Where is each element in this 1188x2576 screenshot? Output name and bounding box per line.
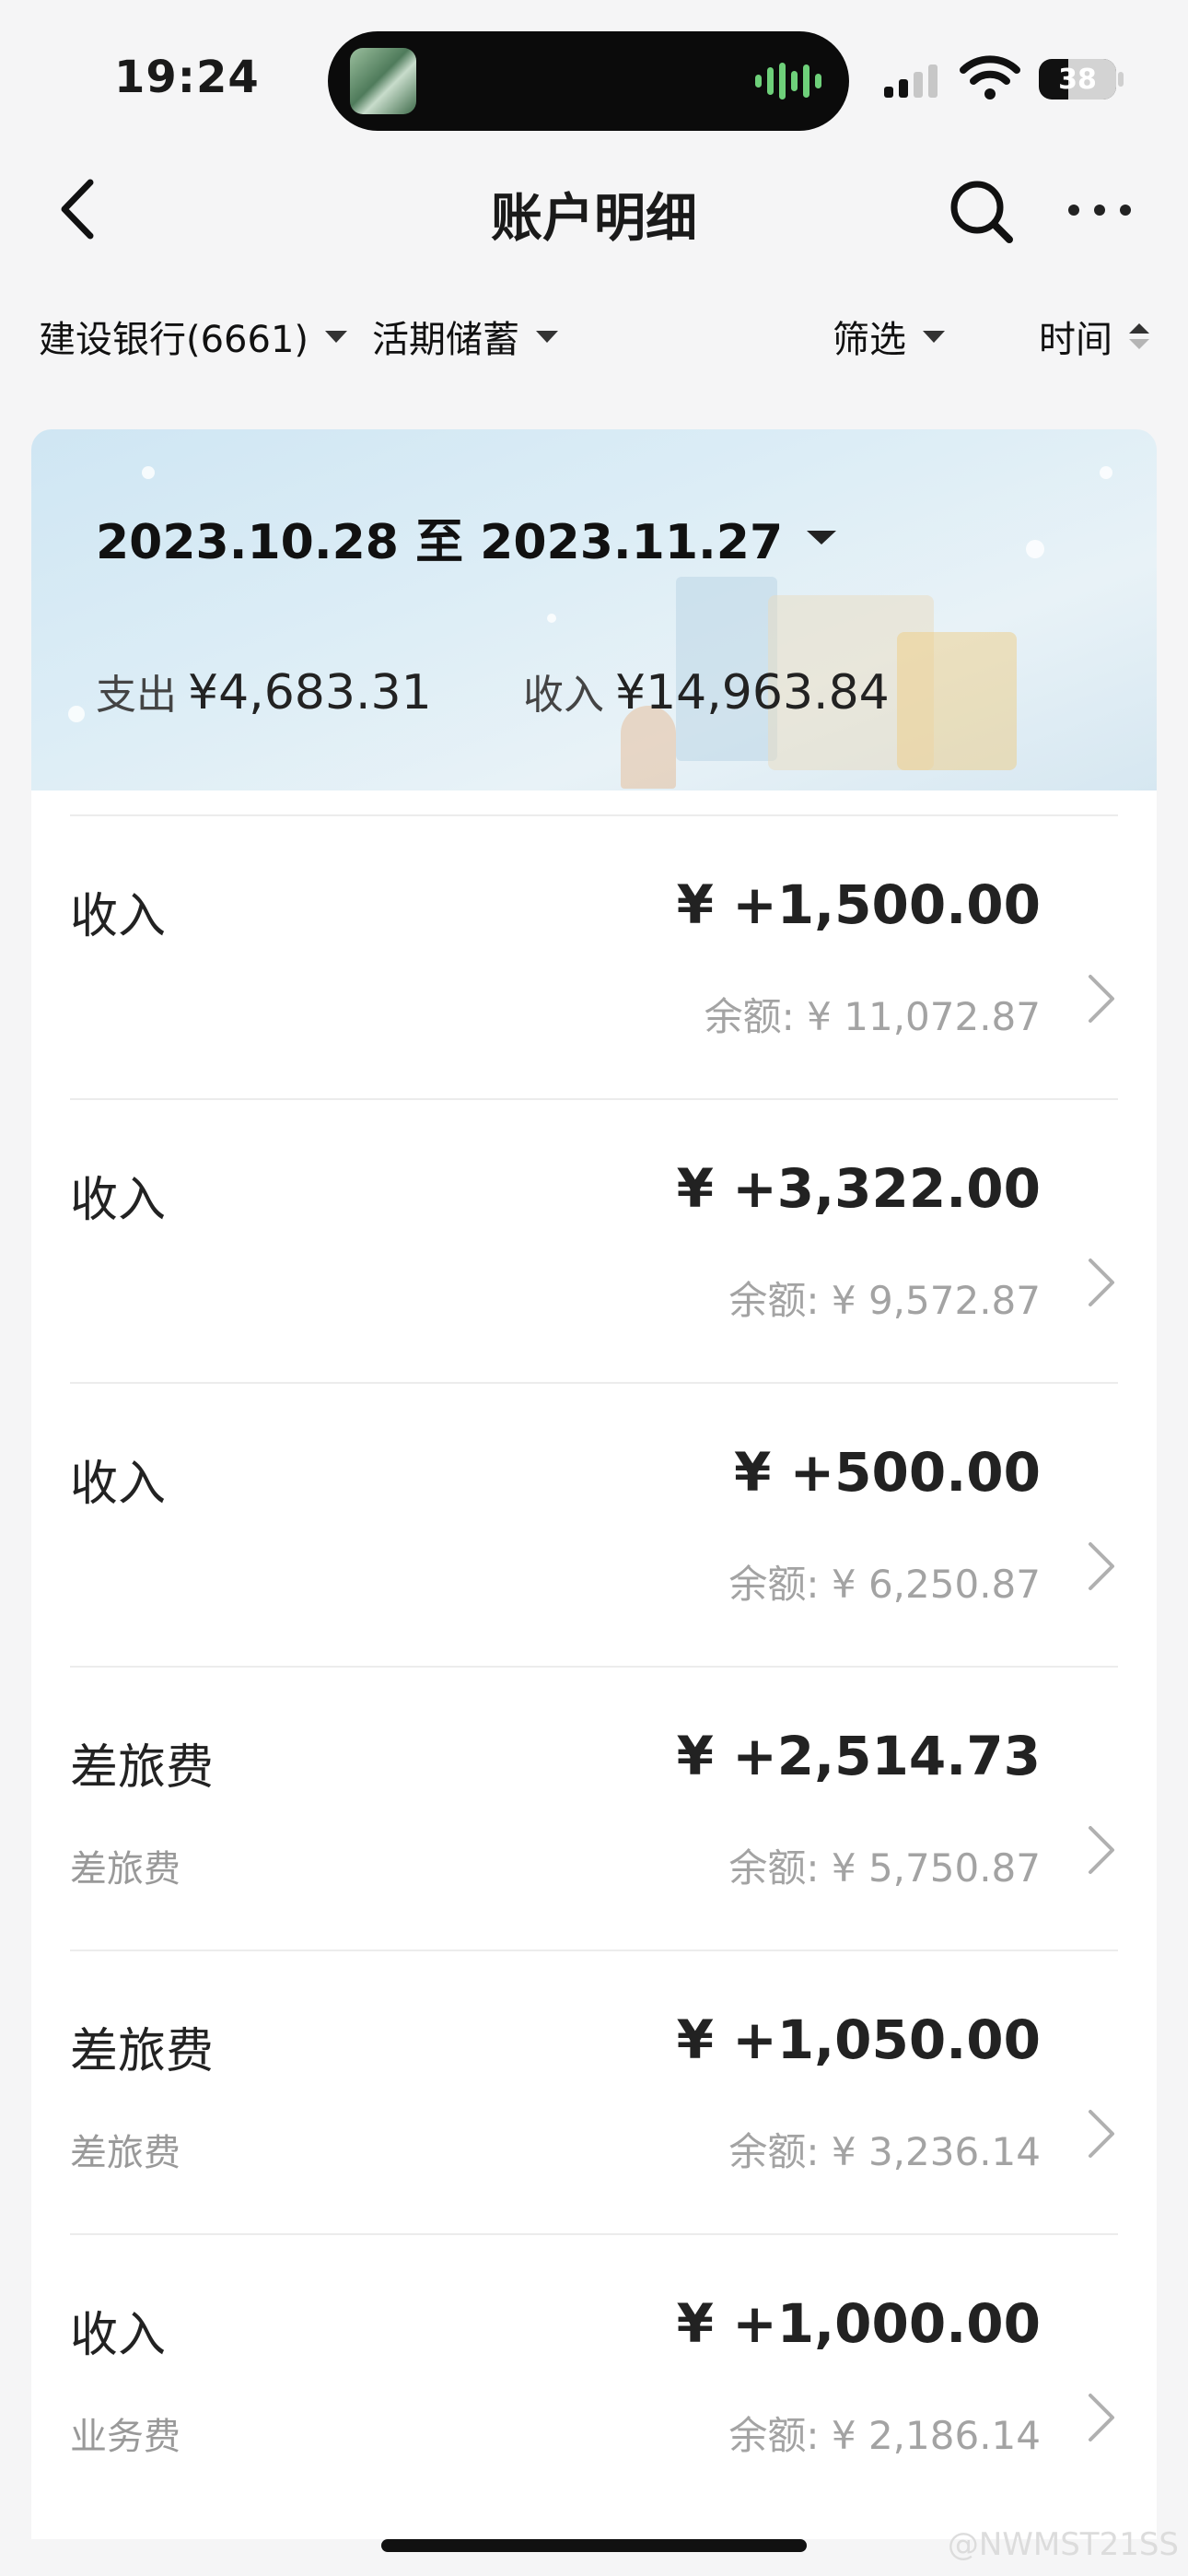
transaction-category: 收入 — [70, 1173, 167, 1228]
deposit-type-dropdown[interactable]: 活期储蓄 — [372, 310, 558, 363]
dynamic-island — [328, 31, 849, 131]
transaction-row[interactable]: 收入 ¥ +1,500.00 余额: ¥ 11,072.87 — [70, 814, 1118, 1100]
search-icon[interactable] — [947, 177, 1015, 245]
income-summary: 收入 ¥14,963.84 — [523, 662, 890, 720]
chevron-right-icon — [1089, 1826, 1114, 1874]
album-art-thumbnail — [350, 48, 416, 114]
caret-down-icon — [325, 330, 348, 343]
audio-waveform-icon — [755, 63, 821, 100]
filter-dropdown[interactable]: 筛选 — [833, 310, 945, 363]
account-dropdown[interactable]: 建设银行(6661) — [39, 310, 348, 363]
sort-time-label: 时间 — [1039, 319, 1112, 361]
transaction-category: 收入 — [70, 1457, 167, 1512]
transaction-note: 差旅费 — [70, 2132, 181, 2174]
caret-down-icon — [536, 330, 558, 343]
date-range-text: 2023.10.28 至 2023.11.27 — [96, 515, 784, 570]
transaction-row[interactable]: 差旅费 差旅费 ¥ +1,050.00 余额: ¥ 3,236.14 — [70, 1950, 1118, 2235]
income-total: ¥14,963.84 — [615, 665, 890, 720]
battery-percent: 38 — [1058, 64, 1097, 96]
transaction-balance: 余额: ¥ 6,250.87 — [728, 1562, 1041, 1607]
battery-cap — [1118, 72, 1124, 87]
sort-icon — [1129, 323, 1149, 349]
transaction-balance: 余额: ¥ 11,072.87 — [704, 994, 1041, 1039]
chevron-right-icon — [1089, 2110, 1114, 2158]
transaction-category: 差旅费 — [70, 2024, 215, 2079]
transaction-note: 差旅费 — [70, 1848, 181, 1891]
date-range-selector[interactable]: 2023.10.28 至 2023.11.27 — [96, 503, 837, 572]
watermark: @NWMST21SS — [947, 2526, 1179, 2563]
transaction-category: 收入 — [70, 2308, 167, 2363]
more-dots-icon[interactable] — [1068, 205, 1131, 216]
chevron-right-icon — [1089, 1542, 1114, 1590]
transaction-category: 收入 — [70, 889, 167, 944]
transaction-amount: ¥ +1,000.00 — [676, 2292, 1041, 2355]
transaction-row[interactable]: 收入 ¥ +500.00 余额: ¥ 6,250.87 — [70, 1382, 1118, 1668]
transaction-note: 业务费 — [70, 2416, 181, 2458]
transaction-balance: 余额: ¥ 9,572.87 — [728, 1278, 1041, 1323]
transaction-amount: ¥ +1,050.00 — [676, 2008, 1041, 2071]
transaction-row[interactable]: 收入 业务费 ¥ +1,000.00 余额: ¥ 2,186.14 — [70, 2233, 1118, 2519]
chevron-right-icon — [1089, 975, 1114, 1023]
transaction-category: 差旅费 — [70, 1740, 215, 1796]
transaction-row[interactable]: 差旅费 差旅费 ¥ +2,514.73 余额: ¥ 5,750.87 — [70, 1666, 1118, 1951]
transaction-row[interactable]: 收入 ¥ +3,322.00 余额: ¥ 9,572.87 — [70, 1098, 1118, 1384]
transaction-list: 收入 ¥ +1,500.00 余额: ¥ 11,072.87 收入 ¥ +3,3… — [31, 790, 1157, 2539]
caret-down-icon — [807, 531, 837, 544]
transaction-amount: ¥ +500.00 — [734, 1441, 1041, 1504]
transaction-amount: ¥ +2,514.73 — [676, 1725, 1041, 1787]
status-time: 19:24 — [114, 52, 260, 103]
battery-icon: 38 — [1039, 59, 1116, 100]
deposit-type-label: 活期储蓄 — [372, 319, 519, 361]
filter-label: 筛选 — [833, 319, 906, 361]
caret-down-icon — [923, 330, 945, 343]
chevron-right-icon — [1089, 2394, 1114, 2441]
transaction-amount: ¥ +1,500.00 — [676, 873, 1041, 936]
transaction-balance: 余额: ¥ 2,186.14 — [728, 2413, 1041, 2458]
expense-total: ¥4,683.31 — [188, 665, 432, 720]
home-indicator[interactable] — [381, 2539, 807, 2552]
expense-label: 支出 — [96, 672, 177, 719]
transaction-amount: ¥ +3,322.00 — [676, 1157, 1041, 1220]
account-dropdown-label: 建设银行(6661) — [39, 319, 309, 361]
transaction-balance: 余额: ¥ 3,236.14 — [728, 2129, 1041, 2174]
income-label: 收入 — [523, 672, 604, 719]
wifi-icon — [960, 55, 1020, 100]
sort-time-button[interactable]: 时间 — [1039, 310, 1149, 363]
chevron-right-icon — [1089, 1259, 1114, 1306]
cellular-signal-icon — [884, 64, 938, 98]
summary-banner: 2023.10.28 至 2023.11.27 支出 ¥4,683.31 收入 ¥1… — [31, 429, 1157, 790]
transaction-balance: 余额: ¥ 5,750.87 — [728, 1845, 1041, 1891]
expense-summary: 支出 ¥4,683.31 — [96, 662, 432, 720]
